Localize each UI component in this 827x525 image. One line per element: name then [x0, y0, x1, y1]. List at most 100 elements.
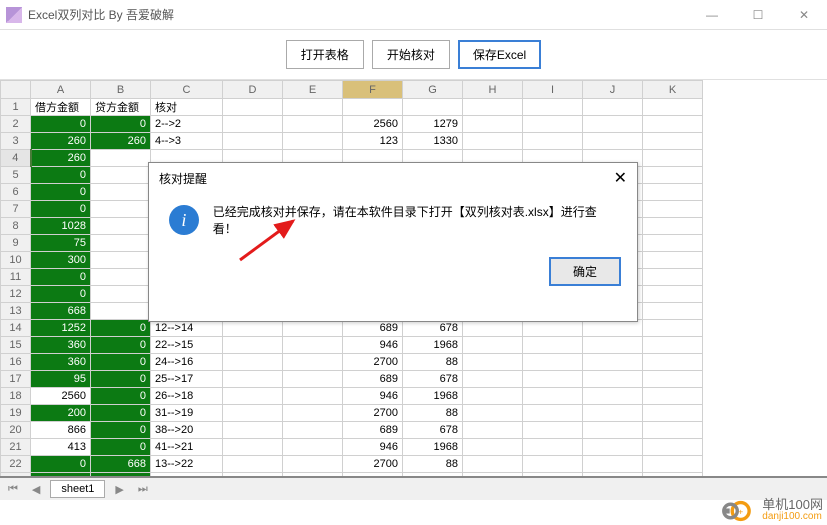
column-header[interactable]: D	[223, 81, 283, 99]
cell[interactable]	[643, 133, 703, 150]
cell[interactable]	[523, 116, 583, 133]
sheet-tab[interactable]: sheet1	[50, 480, 105, 498]
cell[interactable]	[283, 337, 343, 354]
cell[interactable]: 0	[31, 167, 91, 184]
cell[interactable]	[223, 320, 283, 337]
cell[interactable]	[283, 371, 343, 388]
cell[interactable]	[643, 286, 703, 303]
cell[interactable]: 20	[1, 422, 31, 439]
cell[interactable]: 678	[403, 422, 463, 439]
cell[interactable]: 1279	[403, 116, 463, 133]
close-window-button[interactable]: ✕	[781, 0, 827, 30]
cell[interactable]	[223, 99, 283, 116]
column-header[interactable]: F	[343, 81, 403, 99]
cell[interactable]	[403, 99, 463, 116]
cell[interactable]	[583, 133, 643, 150]
cell[interactable]	[583, 456, 643, 473]
cell[interactable]	[523, 337, 583, 354]
cell[interactable]	[583, 116, 643, 133]
cell[interactable]	[643, 167, 703, 184]
cell[interactable]	[463, 405, 523, 422]
cell[interactable]	[283, 456, 343, 473]
cell[interactable]	[463, 371, 523, 388]
column-header[interactable]: C	[151, 81, 223, 99]
cell[interactable]: 22	[1, 456, 31, 473]
cell[interactable]	[223, 133, 283, 150]
cell[interactable]	[643, 337, 703, 354]
cell[interactable]	[283, 320, 343, 337]
column-header[interactable]: A	[31, 81, 91, 99]
cell[interactable]: 13	[1, 303, 31, 320]
cell[interactable]: 0	[31, 201, 91, 218]
cell[interactable]	[583, 439, 643, 456]
cell[interactable]	[523, 456, 583, 473]
cell[interactable]: 10	[1, 252, 31, 269]
cell[interactable]	[223, 337, 283, 354]
cell[interactable]: 360	[31, 354, 91, 371]
cell[interactable]: 946	[343, 388, 403, 405]
cell[interactable]: 1968	[403, 337, 463, 354]
cell[interactable]: 678	[403, 371, 463, 388]
cell[interactable]	[463, 439, 523, 456]
cell[interactable]: 668	[31, 303, 91, 320]
cell[interactable]	[91, 184, 151, 201]
cell[interactable]: 88	[403, 456, 463, 473]
cell[interactable]	[583, 388, 643, 405]
cell[interactable]	[91, 269, 151, 286]
cell[interactable]: 0	[91, 371, 151, 388]
cell[interactable]: 1968	[403, 439, 463, 456]
cell[interactable]	[223, 371, 283, 388]
cell[interactable]	[523, 439, 583, 456]
cell[interactable]	[643, 439, 703, 456]
cell[interactable]	[91, 235, 151, 252]
cell[interactable]	[643, 388, 703, 405]
cell[interactable]: 2700	[343, 405, 403, 422]
tab-nav-next-icon[interactable]: ▶	[111, 483, 127, 496]
cell[interactable]: 678	[403, 320, 463, 337]
cell[interactable]	[523, 99, 583, 116]
cell[interactable]: 1968	[403, 388, 463, 405]
cell[interactable]: 5	[1, 167, 31, 184]
cell[interactable]: 2560	[343, 116, 403, 133]
cell[interactable]: 11	[1, 269, 31, 286]
tab-nav-last-icon[interactable]: ⏭	[134, 483, 152, 496]
cell[interactable]: 12	[1, 286, 31, 303]
cell[interactable]	[643, 456, 703, 473]
cell[interactable]	[643, 235, 703, 252]
cell[interactable]: 0	[91, 422, 151, 439]
cell[interactable]: 0	[91, 405, 151, 422]
cell[interactable]	[283, 116, 343, 133]
cell[interactable]	[523, 388, 583, 405]
cell[interactable]	[523, 133, 583, 150]
cell[interactable]: 14	[1, 320, 31, 337]
cell[interactable]: 16	[1, 354, 31, 371]
cell[interactable]: 123	[343, 133, 403, 150]
cell[interactable]: 8	[1, 218, 31, 235]
cell[interactable]	[91, 167, 151, 184]
cell[interactable]	[283, 133, 343, 150]
cell[interactable]: 946	[343, 337, 403, 354]
cell[interactable]: 689	[343, 320, 403, 337]
cell[interactable]	[463, 116, 523, 133]
cell[interactable]: 4-->3	[151, 133, 223, 150]
cell[interactable]: 7	[1, 201, 31, 218]
open-sheet-button[interactable]: 打开表格	[286, 40, 364, 69]
cell[interactable]	[523, 354, 583, 371]
cell[interactable]: 0	[31, 116, 91, 133]
column-header[interactable]: E	[283, 81, 343, 99]
cell[interactable]	[463, 422, 523, 439]
cell[interactable]: 88	[403, 354, 463, 371]
cell[interactable]: 668	[91, 456, 151, 473]
cell[interactable]: 0	[91, 388, 151, 405]
cell[interactable]	[583, 337, 643, 354]
cell[interactable]: 866	[31, 422, 91, 439]
column-header[interactable]: H	[463, 81, 523, 99]
cell[interactable]: 贷方金额	[91, 99, 151, 116]
cell[interactable]	[643, 184, 703, 201]
cell[interactable]: 0	[31, 184, 91, 201]
cell[interactable]: 200	[31, 405, 91, 422]
cell[interactable]: 360	[31, 337, 91, 354]
cell[interactable]: 0	[91, 439, 151, 456]
cell[interactable]	[283, 388, 343, 405]
cell[interactable]	[223, 388, 283, 405]
